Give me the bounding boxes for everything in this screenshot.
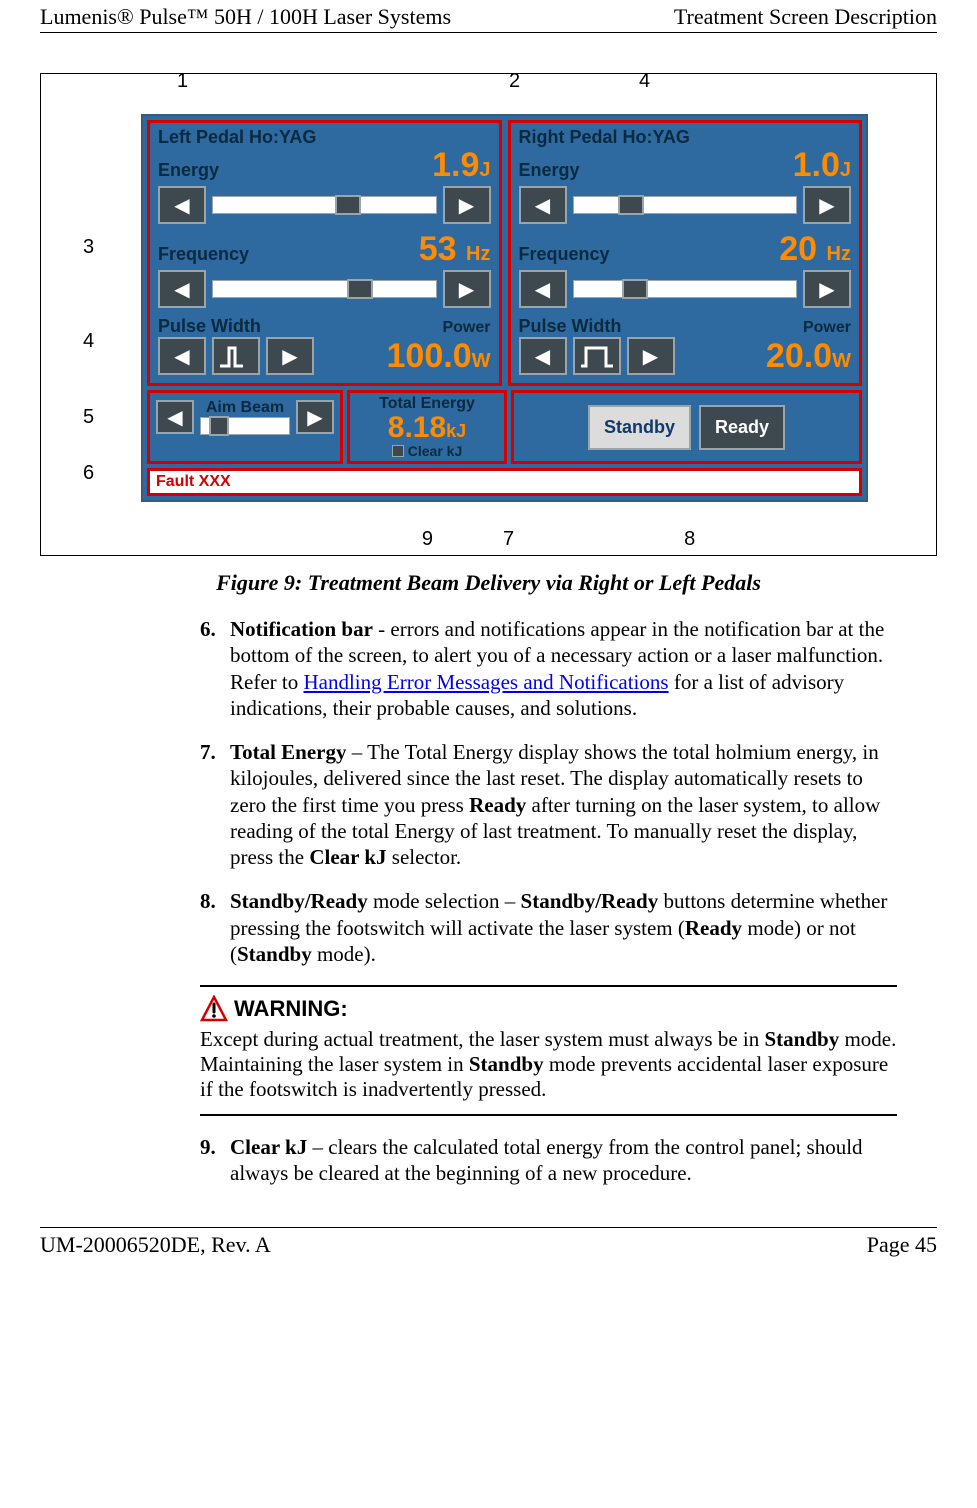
item-7-text-c: selector. [387,845,462,869]
callout-4-top: 4 [639,70,650,93]
figure-9-box: 1 2 4 3 4 5 6 Left Pedal Ho:YAG Energy 1… [40,73,937,556]
left-freq-decrease-button[interactable]: ◀ [158,270,206,308]
item-8-text-d: mode). [312,942,376,966]
right-power-value: 20.0W [766,339,851,373]
left-pw-decrease-button[interactable]: ◀ [158,337,206,375]
warning-icon [200,995,228,1023]
item-6-number: 6. [200,616,230,721]
callout-5: 5 [83,406,94,429]
right-energy-label: Energy [519,160,580,181]
treatment-screen: Left Pedal Ho:YAG Energy 1.9J ◀ ▶ Freque… [141,114,868,502]
item-7-clearkj: Clear kJ [309,845,386,869]
item-6: 6. Notification bar - errors and notific… [200,616,897,721]
description-list: 6. Notification bar - errors and notific… [200,616,897,967]
callout-4-left: 4 [83,330,94,353]
item-6-title: Notification bar [230,617,373,641]
figure-caption: Figure 9: Treatment Beam Delivery via Ri… [40,570,937,596]
footer-left: UM-20006520DE, Rev. A [40,1232,271,1258]
warning-text: Except during actual treatment, the lase… [200,1027,897,1102]
left-pedal-panel: Left Pedal Ho:YAG Energy 1.9J ◀ ▶ Freque… [147,120,502,386]
item-7-ready: Ready [469,793,526,817]
left-pedal-title: Left Pedal Ho:YAG [158,127,491,148]
standby-button[interactable]: Standby [588,405,691,450]
aim-beam-slider[interactable] [200,417,290,435]
callout-9: 9 [422,528,433,551]
page-footer: UM-20006520DE, Rev. A Page 45 [40,1227,937,1262]
right-freq-decrease-button[interactable]: ◀ [519,270,567,308]
callout-3: 3 [83,236,94,259]
right-pedal-panel: Right Pedal Ho:YAG Energy 1.0J ◀ ▶ Frequ… [508,120,863,386]
warning-label: WARNING: [234,996,348,1022]
right-energy-increase-button[interactable]: ▶ [803,186,851,224]
right-energy-value: 1.0J [793,148,851,182]
callout-8: 8 [684,528,695,551]
right-freq-label: Frequency [519,244,610,265]
item-9-text: – clears the calculated total energy fro… [230,1135,863,1185]
item-8-number: 8. [200,888,230,967]
left-pw-short-icon [212,337,260,375]
bottom-callouts: 9 7 8 [59,528,918,555]
header-right: Treatment Screen Description [674,4,937,30]
item-9-title: Clear kJ [230,1135,307,1159]
aim-beam-panel: ◀ Aim Beam ▶ [147,390,343,464]
footer-right: Page 45 [867,1232,937,1258]
left-energy-increase-button[interactable]: ▶ [443,186,491,224]
left-energy-label: Energy [158,160,219,181]
right-energy-slider[interactable] [573,196,798,214]
left-power-label: Power [442,319,490,337]
right-pw-label: Pulse Width [519,316,622,337]
error-messages-link[interactable]: Handling Error Messages and Notification… [303,670,668,694]
left-pw-label: Pulse Width [158,316,261,337]
left-pw-increase-button[interactable]: ▶ [266,337,314,375]
left-freq-value: 53 Hz [419,232,491,266]
mode-panel: Standby Ready [511,390,862,464]
clear-kj-button[interactable]: Clear kJ [360,443,494,459]
left-energy-value: 1.9J [432,148,490,182]
right-pedal-title: Right Pedal Ho:YAG [519,127,852,148]
ready-button[interactable]: Ready [699,405,785,450]
item-9-number: 9. [200,1134,230,1187]
item-9: 9. Clear kJ – clears the calculated tota… [200,1134,897,1187]
page-header: Lumenis® Pulse™ 50H / 100H Laser Systems… [40,0,937,33]
item-7-title: Total Energy [230,740,346,764]
warning-box: WARNING: Except during actual treatment,… [200,985,897,1116]
right-freq-slider[interactable] [573,280,798,298]
item-7-number: 7. [200,739,230,870]
right-freq-value: 20 Hz [779,232,851,266]
right-energy-decrease-button[interactable]: ◀ [519,186,567,224]
item-8-ready: Ready [685,916,742,940]
left-freq-slider[interactable] [212,280,437,298]
notification-bar: Fault XXX [147,468,862,496]
left-freq-increase-button[interactable]: ▶ [443,270,491,308]
right-pw-decrease-button[interactable]: ◀ [519,337,567,375]
left-energy-decrease-button[interactable]: ◀ [158,186,206,224]
right-pw-long-icon [573,337,621,375]
callout-2: 2 [509,70,520,93]
header-left: Lumenis® Pulse™ 50H / 100H Laser Systems [40,4,451,30]
right-pw-increase-button[interactable]: ▶ [627,337,675,375]
clear-kj-icon [392,445,404,457]
callout-6: 6 [83,462,94,485]
callout-1: 1 [177,70,188,93]
aim-beam-decrease-button[interactable]: ◀ [156,400,194,434]
item-7: 7. Total Energy – The Total Energy displ… [200,739,897,870]
aim-beam-label: Aim Beam [206,399,284,417]
item-8-title: Standby/Ready [230,889,368,913]
item-8-standby: Standby [237,942,312,966]
left-energy-slider[interactable] [212,196,437,214]
description-list-continued: 9. Clear kJ – clears the calculated tota… [200,1134,897,1187]
callout-7: 7 [503,528,514,551]
total-energy-value: 8.18kJ [360,413,494,443]
right-power-label: Power [803,319,851,337]
aim-beam-increase-button[interactable]: ▶ [296,400,334,434]
left-power-value: 100.0W [387,339,491,373]
left-freq-label: Frequency [158,244,249,265]
item-8: 8. Standby/Ready mode selection – Standb… [200,888,897,967]
right-freq-increase-button[interactable]: ▶ [803,270,851,308]
total-energy-panel: Total Energy 8.18kJ Clear kJ [347,390,507,464]
item-8-text-a: mode selection – [368,889,521,913]
item-8-sr2: Standby/Ready [521,889,659,913]
